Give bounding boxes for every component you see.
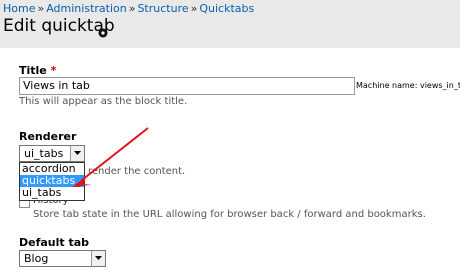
red-arrow (72, 127, 149, 187)
